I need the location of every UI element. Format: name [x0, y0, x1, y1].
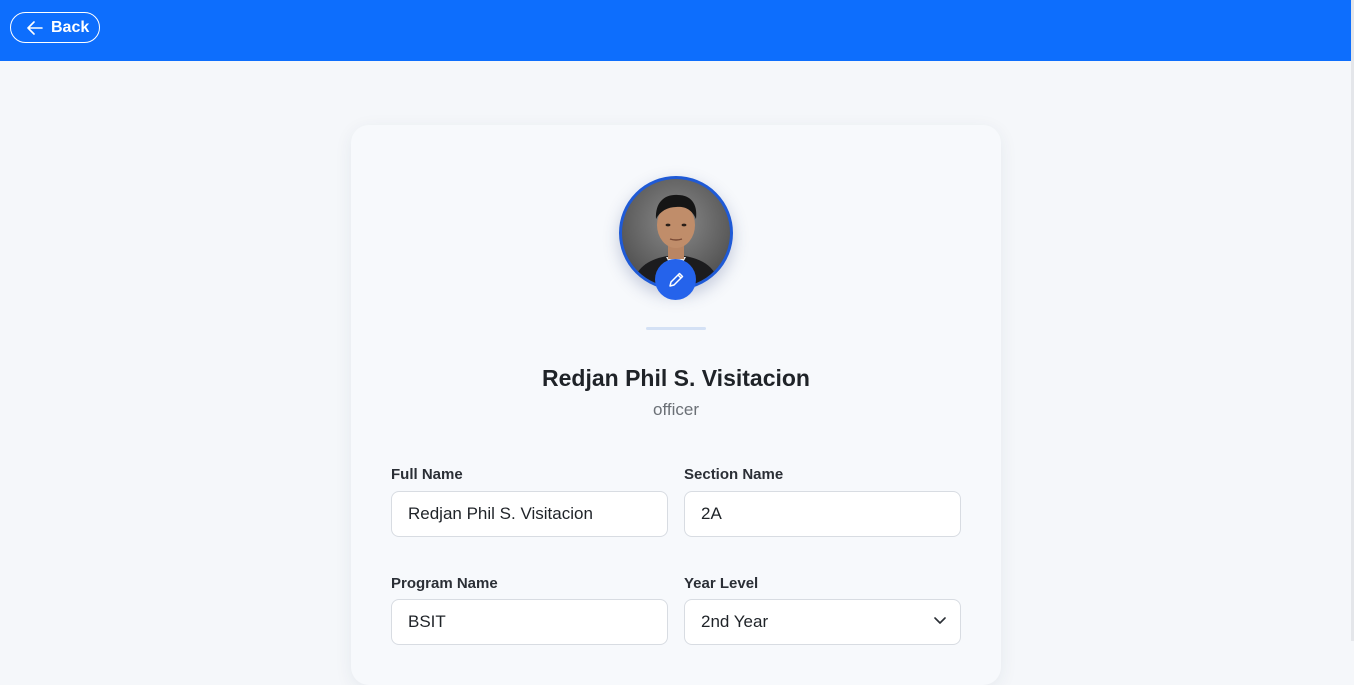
program-name-input[interactable]: BSIT	[391, 599, 668, 645]
full-name-label: Full Name	[391, 466, 463, 483]
year-level-select[interactable]: 2nd Year	[684, 599, 961, 645]
program-name-label: Program Name	[391, 575, 498, 592]
profile-name: Redjan Phil S. Visitacion	[542, 365, 810, 391]
pencil-icon	[668, 272, 683, 287]
back-button[interactable]: Back	[10, 12, 100, 43]
year-level-value: 2nd Year	[701, 612, 769, 631]
back-label: Back	[51, 18, 90, 36]
chevron-down-icon	[934, 617, 946, 624]
top-bar: Back	[0, 0, 1351, 61]
section-name-value: 2A	[701, 504, 722, 523]
year-level-label: Year Level	[684, 575, 759, 592]
edit-photo-button[interactable]	[655, 259, 696, 300]
arrow-left-icon	[27, 20, 43, 35]
avatar-container	[619, 176, 733, 300]
divider	[646, 327, 706, 330]
program-name-value: BSIT	[408, 612, 446, 631]
section-name-input[interactable]: 2A	[684, 491, 961, 537]
profile-card: Redjan Phil S. Visitacion officer Full N…	[351, 125, 1001, 685]
full-name-input[interactable]: Redjan Phil S. Visitacion	[391, 491, 668, 537]
section-name-label: Section Name	[684, 466, 784, 483]
full-name-value: Redjan Phil S. Visitacion	[408, 504, 593, 523]
profile-role: officer	[653, 400, 699, 419]
